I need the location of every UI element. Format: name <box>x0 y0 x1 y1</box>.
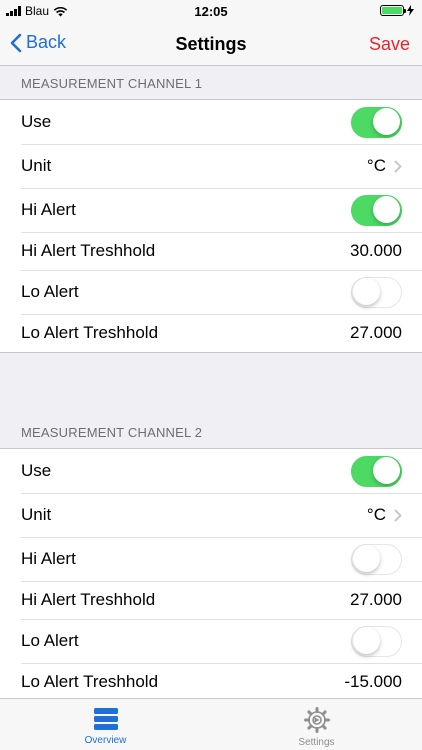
row-hi-threshold[interactable]: Hi Alert Treshhold 30.000 <box>0 232 422 270</box>
section-header-channel-1: MEASUREMENT CHANNEL 1 <box>21 76 203 91</box>
status-right <box>380 5 414 16</box>
row-hi-alert: Hi Alert <box>0 537 422 581</box>
row-unit[interactable]: Unit °C <box>0 493 422 537</box>
row-label: Hi Alert <box>21 549 76 568</box>
row-hi-alert: Hi Alert <box>0 188 422 232</box>
row-label: Lo Alert Treshhold <box>21 672 159 691</box>
row-label: Lo Alert <box>21 282 79 301</box>
status-bar: Blau 12:05 <box>0 0 422 22</box>
row-use: Use <box>0 449 422 493</box>
list-icon <box>93 708 118 730</box>
lo-alert-toggle[interactable] <box>351 625 402 657</box>
section-channel-1: Use Unit °C Hi Alert Hi Alert Treshhold … <box>0 99 422 353</box>
tab-overview[interactable]: Overview <box>0 699 211 750</box>
tab-settings[interactable]: Settings <box>211 699 422 750</box>
use-toggle[interactable] <box>351 106 402 138</box>
chevron-right-icon <box>394 160 402 172</box>
row-label: Use <box>21 461 52 480</box>
row-label: Lo Alert Treshhold <box>21 323 159 342</box>
use-toggle[interactable] <box>351 455 402 487</box>
row-unit[interactable]: Unit °C <box>0 144 422 188</box>
row-label: Use <box>21 112 52 131</box>
row-use: Use <box>0 100 422 144</box>
row-lo-threshold[interactable]: Lo Alert Treshhold 27.000 <box>0 314 422 352</box>
lo-threshold-value[interactable]: -15.000 <box>344 672 402 692</box>
tab-label: Settings <box>298 737 335 748</box>
section-header-channel-2: MEASUREMENT CHANNEL 2 <box>21 425 203 440</box>
unit-value: °C <box>366 156 386 175</box>
page-title: Settings <box>175 34 247 54</box>
lo-threshold-value[interactable]: 27.000 <box>350 323 402 343</box>
row-label: Hi Alert Treshhold <box>21 590 156 609</box>
row-lo-alert: Lo Alert <box>0 270 422 314</box>
tab-label: Overview <box>84 735 127 746</box>
lo-alert-toggle[interactable] <box>351 276 402 308</box>
row-lo-alert: Lo Alert <box>0 619 422 663</box>
hi-alert-toggle[interactable] <box>351 194 402 226</box>
charging-icon <box>407 5 414 16</box>
navigation-bar: Back Settings Save <box>0 22 422 66</box>
gear-icon <box>303 707 330 733</box>
chevron-right-icon <box>394 509 402 521</box>
battery-icon <box>380 5 406 16</box>
row-label: Unit <box>21 505 52 524</box>
row-label: Hi Alert Treshhold <box>21 241 156 260</box>
hi-threshold-value[interactable]: 27.000 <box>350 590 402 610</box>
row-label: Hi Alert <box>21 200 76 219</box>
section-channel-2: Use Unit °C Hi Alert Hi Alert Treshhold … <box>0 448 422 698</box>
save-button[interactable]: Save <box>369 34 410 55</box>
tab-bar: Overview Settings <box>0 698 422 750</box>
hi-alert-toggle[interactable] <box>351 543 402 575</box>
hi-threshold-value[interactable]: 30.000 <box>350 241 402 261</box>
status-time: 12:05 <box>194 4 228 19</box>
row-lo-threshold[interactable]: Lo Alert Treshhold -15.000 <box>0 663 422 698</box>
row-hi-threshold[interactable]: Hi Alert Treshhold 27.000 <box>0 581 422 619</box>
unit-value: °C <box>366 505 386 524</box>
settings-list[interactable]: MEASUREMENT CHANNEL 1 Use Unit °C Hi Ale… <box>0 66 422 698</box>
row-label: Lo Alert <box>21 631 79 650</box>
row-label: Unit <box>21 156 52 175</box>
